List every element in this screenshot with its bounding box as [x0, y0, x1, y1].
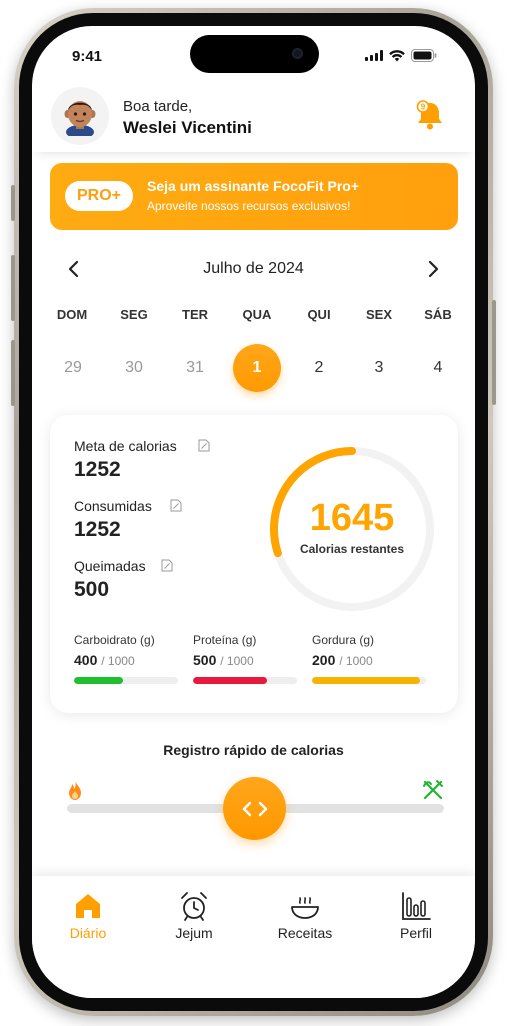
signal-icon	[365, 50, 383, 61]
macro-progress-track	[74, 677, 178, 684]
tab-jejum[interactable]: Jejum	[149, 890, 239, 941]
avatar[interactable]	[51, 87, 109, 145]
status-time: 9:41	[72, 48, 103, 65]
macro-value: 200	[312, 652, 336, 668]
weekday-label: SEX	[365, 307, 392, 322]
user-name: Weslei Vicentini	[123, 118, 252, 137]
fire-icon	[69, 780, 81, 800]
calendar-day[interactable]: 4	[414, 344, 462, 392]
consumed-value: 1252	[74, 518, 121, 541]
macro-progress-fill	[312, 677, 421, 684]
macro-value: 400	[74, 652, 98, 668]
app-header: Boa tarde, Weslei Vicentini 9	[32, 84, 475, 152]
volume-down-button	[11, 340, 15, 406]
goal-label: Meta de calorias	[74, 438, 177, 454]
edit-icon[interactable]	[161, 559, 173, 572]
tab-label: Diário	[69, 925, 107, 941]
wifi-icon	[389, 49, 405, 61]
macro-value: 500	[193, 652, 217, 668]
tab-perfil[interactable]: Perfil	[371, 890, 461, 941]
macro-progress-fill	[193, 677, 267, 684]
tab-label: Receitas	[277, 925, 333, 941]
weekday-label: TER	[182, 307, 208, 322]
remaining-calories-label: Calorias restantes	[299, 542, 405, 556]
silent-switch	[11, 185, 15, 221]
calendar-day[interactable]: 3	[355, 344, 403, 392]
greeting-text: Boa tarde,	[123, 98, 193, 115]
macro-progress-track	[193, 677, 297, 684]
chevron-right-icon[interactable]	[425, 259, 441, 279]
avatar-emoji-icon	[64, 101, 96, 136]
app-screen: 9:41 Boa tarde, Weslei Vicentini 9 PRO+ …	[32, 26, 475, 998]
weekday-label: QUI	[307, 307, 331, 322]
consumed-label: Consumidas	[74, 498, 152, 514]
weekday-label: DOM	[56, 307, 88, 322]
macro-fat: Gordura (g) 200 / 1000	[312, 633, 426, 684]
tab-receitas[interactable]: Receitas	[260, 890, 350, 941]
burned-label: Queimadas	[74, 558, 146, 574]
tab-label: Jejum	[175, 925, 213, 941]
calendar-day[interactable]: 29	[49, 344, 97, 392]
macro-total: / 1000	[339, 654, 373, 668]
alarm-clock-icon	[181, 892, 207, 921]
weekday-label: SÁB	[424, 307, 452, 322]
edit-icon[interactable]	[170, 499, 182, 512]
edit-icon[interactable]	[198, 439, 210, 452]
bottom-tab-bar: Diário Jejum Receitas Perfil	[32, 876, 475, 998]
tab-diario[interactable]: Diário	[43, 890, 133, 941]
macro-label: Gordura (g)	[312, 633, 375, 647]
bowl-icon	[291, 897, 319, 919]
tab-label: Perfil	[400, 925, 432, 941]
calendar-month: Julho de 2024	[203, 260, 304, 277]
pro-banner-subtitle: Aproveite nossos recursos exclusivos!	[147, 199, 351, 213]
macro-values: 500 / 1000	[193, 652, 301, 668]
macro-total: / 1000	[220, 654, 254, 668]
calendar-day[interactable]: 2	[295, 344, 343, 392]
weekday-label: QUA	[242, 307, 272, 322]
home-icon	[76, 894, 100, 918]
goal-value: 1252	[74, 458, 121, 481]
macro-progress-track	[312, 677, 426, 684]
pro-banner-title: Seja um assinante FocoFit Pro+	[147, 178, 360, 194]
macro-total: / 1000	[101, 654, 135, 668]
macro-values: 400 / 1000	[74, 652, 182, 668]
pro-badge: PRO+	[65, 181, 133, 211]
calendar-day-selected[interactable]: 1	[233, 344, 281, 392]
bar-chart-icon	[402, 892, 431, 920]
dynamic-island	[190, 35, 319, 73]
macro-label: Proteína (g)	[193, 633, 257, 647]
volume-up-button	[11, 255, 15, 321]
quick-log-title: Registro rápido de calorias	[163, 742, 344, 758]
weekday-label: SEG	[120, 307, 148, 322]
calorie-summary-card: Meta de calorias 1252 Consumidas 1252 Qu…	[50, 415, 458, 713]
calendar-day[interactable]: 30	[110, 344, 158, 392]
quick-log-slider-handle[interactable]	[223, 777, 286, 840]
power-button	[492, 300, 496, 405]
macro-progress-fill	[74, 677, 123, 684]
macro-protein: Proteína (g) 500 / 1000	[193, 633, 301, 684]
camera-icon	[292, 48, 303, 59]
notification-bell-icon[interactable]: 9	[413, 98, 447, 132]
fork-knife-icon	[423, 780, 443, 800]
status-icons	[365, 49, 437, 62]
remaining-calories-value: 1645	[309, 497, 395, 539]
macro-carbs: Carboidrato (g) 400 / 1000	[74, 633, 182, 684]
macro-label: Carboidrato (g)	[74, 633, 155, 647]
pro-subscription-banner[interactable]: PRO+ Seja um assinante FocoFit Pro+ Apro…	[50, 163, 458, 230]
burned-value: 500	[74, 578, 110, 601]
calendar-day[interactable]: 31	[171, 344, 219, 392]
notification-count: 9	[421, 103, 426, 112]
battery-icon	[411, 49, 437, 62]
macro-values: 200 / 1000	[312, 652, 420, 668]
chevron-left-right-icon	[242, 801, 267, 816]
